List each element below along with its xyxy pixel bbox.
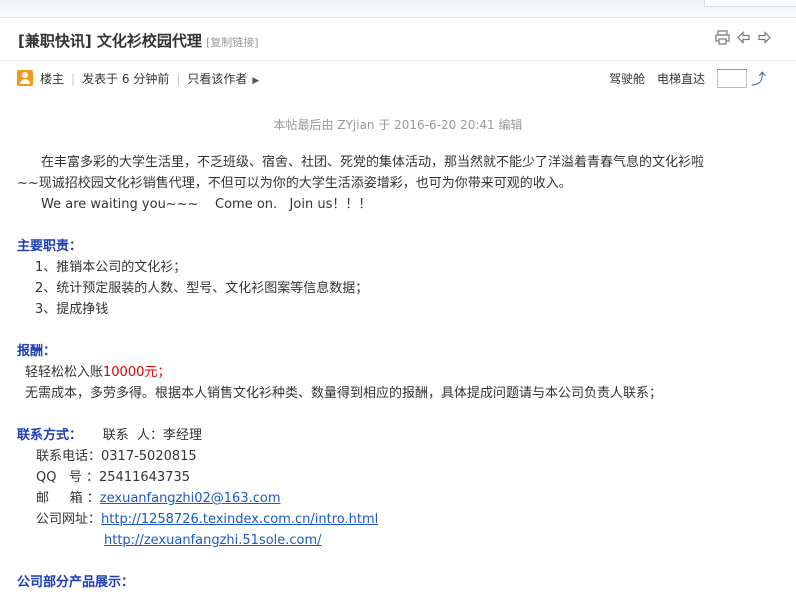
- contact-person-label: 联系 人：: [102, 428, 163, 443]
- author-role[interactable]: 楼主: [40, 72, 64, 86]
- website-label: 公司网址：: [36, 512, 102, 527]
- floor-number-input[interactable]: [716, 69, 747, 88]
- go-icon[interactable]: ⤴: [751, 68, 766, 89]
- website-link-1[interactable]: http://1258726.texindex.com.cn/intro.htm…: [101, 512, 378, 527]
- email-link[interactable]: zexuanfangzhi02@163.com: [100, 491, 281, 506]
- only-author-link[interactable]: 只看该作者: [187, 72, 247, 86]
- qq-line: QQ 号 ：25411643735: [17, 467, 757, 488]
- copy-link[interactable]: [复制链接]: [206, 36, 259, 49]
- thread-title: [兼职快讯] 文化衫校园代理 [复制链接]: [18, 30, 259, 51]
- contact-person: 李经理: [162, 428, 202, 443]
- phone-value: 0317-5020815: [101, 449, 197, 464]
- pay-amount: 10000元；: [103, 365, 171, 380]
- duties-heading: 主要职责：: [17, 239, 83, 254]
- post-time: 发表于 6 分钟前: [82, 72, 170, 86]
- products-heading: 公司部分产品展示：: [17, 575, 135, 590]
- print-icon[interactable]: [715, 30, 730, 45]
- top-strip-gap: [704, 0, 796, 7]
- prev-thread-icon[interactable]: [736, 30, 751, 45]
- elevator-label: 电梯直达: [656, 72, 705, 86]
- post-content: 在丰富多彩的大学生活里，不乏班级、宿舍、社团、死党的集体活动，那当然就不能少了洋…: [17, 152, 757, 593]
- cockpit-link[interactable]: 驾驶舱: [609, 70, 645, 87]
- email-label: 邮 箱 ：: [36, 491, 100, 506]
- email-line: 邮 箱 ：zexuanfangzhi02@163.com: [17, 488, 757, 509]
- contact-line: 联系方式： 联系 人：李经理: [17, 425, 757, 446]
- pay-line: 轻轻松松入账10000元；: [17, 362, 757, 383]
- website-line: 公司网址：http://1258726.texindex.com.cn/intr…: [17, 509, 757, 530]
- floor-navigation: 驾驶舱 电梯直达 ⤴: [609, 68, 766, 89]
- duty-item: 2、统计预定服装的人数、型号、文化衫图案等信息数据；: [35, 281, 369, 296]
- qq-label: QQ 号 ：: [36, 470, 99, 485]
- pay-description: 无需成本，多劳多得。根据本人销售文化衫种类、数量得到相应的报酬，具体提成问题请与…: [25, 386, 663, 401]
- intro-line-3: We are waiting you~~~ Come on. Join us！！…: [41, 197, 372, 212]
- pay-heading: 报酬：: [17, 344, 57, 359]
- separator: |: [71, 72, 76, 86]
- separator: |: [176, 72, 181, 86]
- pay-prefix: 轻轻松松入账: [25, 365, 104, 380]
- thread-title-text: [兼职快讯] 文化衫校园代理: [18, 32, 202, 50]
- contact-heading: 联系方式：: [17, 428, 83, 443]
- intro-line-1: 在丰富多彩的大学生活里，不乏班级、宿舍、社团、死党的集体活动，那当然就不能少了洋…: [41, 155, 705, 170]
- intro-line-2: ~~现诚招校园文化衫销售代理，不但可以为你的大学生活添姿增彩，也可为你带来可观的…: [17, 176, 572, 191]
- phone-label: 联系电话：: [36, 449, 102, 464]
- thread-tools: [715, 30, 772, 45]
- play-arrow-icon: ▶: [252, 76, 260, 86]
- duty-item: 3、提成挣钱: [35, 302, 109, 317]
- thread-title-bar: [兼职快讯] 文化衫校园代理 [复制链接]: [0, 18, 796, 61]
- website-link-2[interactable]: http://zexuanfangzhi.51sole.com/: [104, 533, 322, 548]
- duty-item: 1、推销本公司的文化衫；: [35, 260, 187, 275]
- website-line-2: http://zexuanfangzhi.51sole.com/: [17, 530, 757, 551]
- phone-line: 联系电话：0317-5020815: [17, 446, 757, 467]
- top-strip: [0, 0, 796, 18]
- next-thread-icon[interactable]: [757, 30, 772, 45]
- user-avatar-icon: [17, 70, 33, 86]
- author-bar: 楼主 | 发表于 6 分钟前 | 只看该作者 ▶ 驾驶舱 电梯直达 ⤴: [0, 62, 796, 92]
- qq-value: 25411643735: [99, 470, 190, 485]
- edit-note: 本帖最后由 ZYjian 于 2016-6-20 20:41 编辑: [273, 118, 523, 132]
- post-meta: 楼主 | 发表于 6 分钟前 | 只看该作者 ▶: [40, 70, 259, 87]
